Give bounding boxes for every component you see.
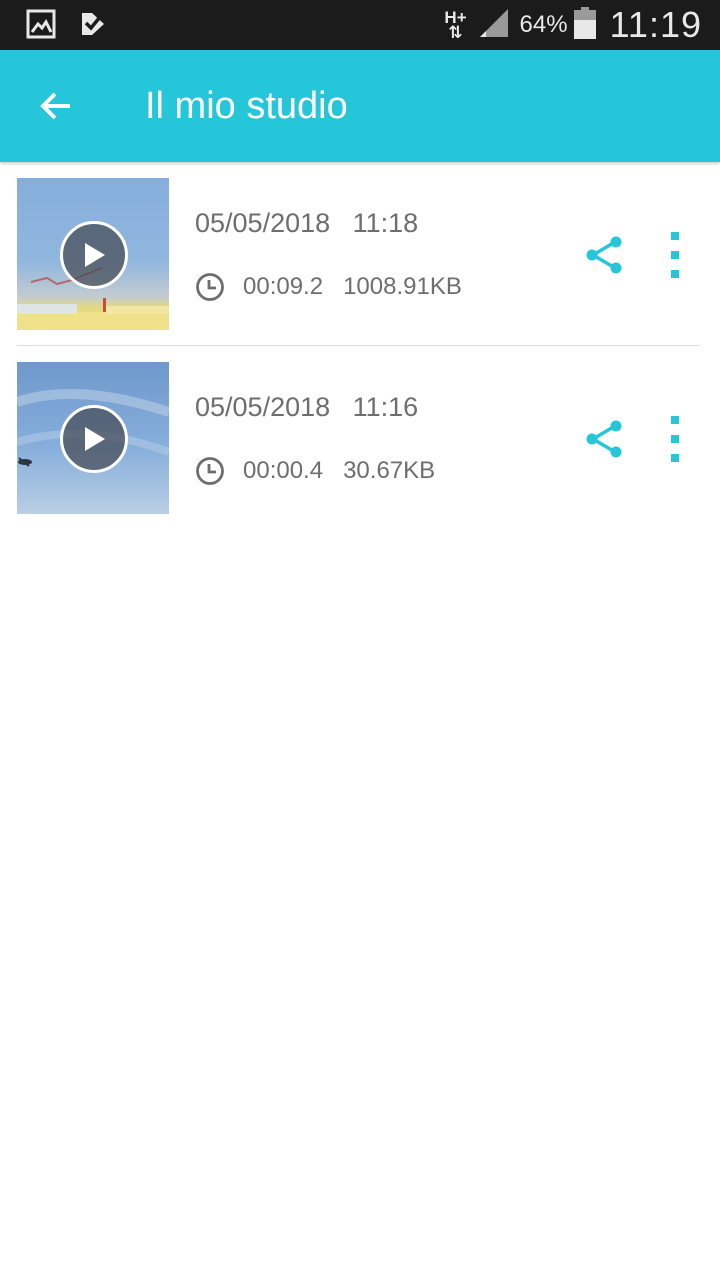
more-options-button[interactable]: [660, 416, 690, 462]
battery-percent: 64%: [519, 11, 568, 38]
share-icon: [586, 420, 622, 458]
clock-icon: [196, 457, 224, 485]
task-check-notification-icon: [78, 9, 108, 44]
play-button[interactable]: [60, 221, 128, 289]
recording-size: 30.67KB: [343, 457, 436, 484]
notification-icons: [26, 9, 108, 44]
recording-duration: 00:00.4: [243, 457, 324, 484]
clock-time: 11:19: [609, 4, 702, 45]
share-button[interactable]: [583, 418, 627, 462]
recording-meta: 00:00.4 30.67KB: [195, 456, 435, 486]
more-vert-icon: [671, 416, 679, 424]
share-button[interactable]: [583, 234, 627, 278]
back-button[interactable]: [28, 78, 84, 134]
video-thumbnail[interactable]: [17, 178, 169, 330]
more-vert-icon: [671, 232, 679, 240]
page-title: Il mio studio: [145, 85, 348, 127]
status-bar: H+ ⇅ 64% 11:19: [0, 0, 720, 50]
recording-date: 05/05/2018 11:18: [195, 208, 419, 238]
list-item[interactable]: 05/05/2018 11:16 00:00.4 30.67KB: [0, 346, 720, 530]
app-bar: Il mio studio: [0, 50, 720, 162]
arrow-left-icon: [40, 92, 70, 120]
data-arrows-icon: ⇅: [448, 23, 463, 42]
clock-icon: [196, 273, 224, 301]
video-thumbnail[interactable]: [17, 362, 169, 514]
play-icon: [85, 243, 105, 267]
play-icon: [85, 427, 105, 451]
list-item[interactable]: 05/05/2018 11:18 00:09.2 1008.91KB: [0, 162, 720, 346]
battery-icon: [573, 6, 596, 44]
play-button[interactable]: [60, 405, 128, 473]
recording-duration: 00:09.2: [243, 273, 324, 300]
recordings-list: 05/05/2018 11:18 00:09.2 1008.91KB 05/05…: [0, 162, 720, 530]
recording-date: 05/05/2018 11:16: [195, 392, 419, 422]
network-type: H+ ⇅: [442, 9, 470, 42]
gallery-notification-icon: [26, 9, 56, 44]
more-options-button[interactable]: [660, 232, 690, 278]
signal-icon: [478, 7, 510, 44]
share-icon: [586, 236, 622, 274]
recording-meta: 00:09.2 1008.91KB: [195, 272, 462, 302]
recording-size: 1008.91KB: [343, 273, 462, 300]
